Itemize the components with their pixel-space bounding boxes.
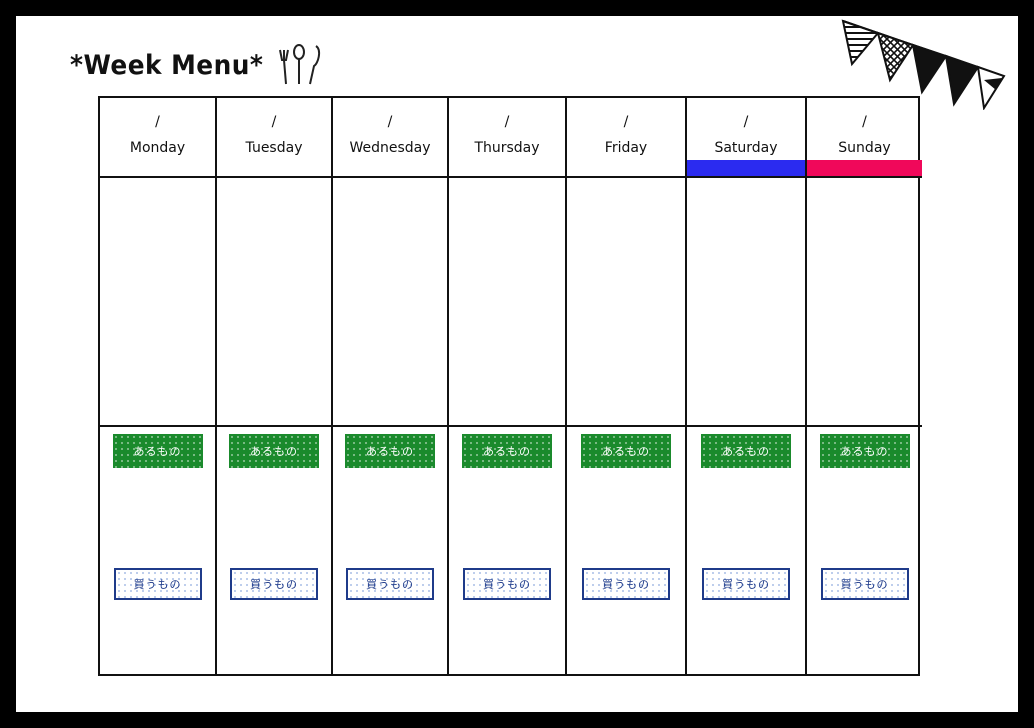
saturday-highlight [687,160,805,176]
buy-items-label: 買うもの [230,568,318,600]
day-column-monday: / Monday あるもの 買うもの [100,98,215,674]
page-title: *Week Menu* [70,50,264,81]
week-menu-table: / Monday あるもの 買うもの / Tuesday あるもの 買うもの /… [98,96,922,676]
have-items-label: あるもの [229,434,319,468]
day-header: / Thursday [449,98,565,178]
day-header: / Monday [100,98,215,178]
menu-cell[interactable] [687,178,805,427]
fork-spoon-knife-icon [279,44,321,85]
buy-items-label: 買うもの [582,568,670,600]
day-header: / Saturday [687,98,805,178]
day-column-wednesday: / Wednesday あるもの 買うもの [331,98,447,674]
have-items-label: あるもの [112,434,203,468]
buy-items-label: 買うもの [463,568,551,600]
day-header: / Sunday [807,98,922,178]
day-column-saturday: / Saturday あるもの 買うもの [685,98,805,674]
day-header: / Tuesday [217,98,331,178]
date-field[interactable]: / [807,114,922,130]
menu-cell[interactable] [217,178,331,427]
day-column-tuesday: / Tuesday あるもの 買うもの [215,98,331,674]
day-name: Sunday [838,140,891,156]
date-field[interactable]: / [217,114,331,130]
buy-items-label: 買うもの [113,568,202,600]
day-name: Monday [129,140,186,156]
have-items-label: あるもの [581,434,671,468]
day-column-sunday: / Sunday あるもの 買うもの [805,98,922,674]
sunday-highlight [807,160,922,176]
day-name: Wednesday [349,140,431,156]
day-name: Friday [604,140,648,156]
date-field[interactable]: / [449,114,565,130]
menu-cell[interactable] [567,178,685,427]
have-items-label: あるもの [345,434,435,468]
day-column-friday: / Friday あるもの 買うもの [565,98,685,674]
have-items-label: あるもの [701,434,791,468]
day-header: / Wednesday [333,98,447,178]
date-field[interactable]: / [333,114,447,130]
day-column-thursday: / Thursday あるもの 買うもの [447,98,565,674]
buy-items-label: 買うもの [346,568,434,600]
day-name: Tuesday [245,140,303,156]
menu-cell[interactable] [449,178,565,427]
day-name: Thursday [474,140,540,156]
day-name: Saturday [714,140,778,156]
buy-items-label: 買うもの [820,568,909,600]
have-items-label: あるもの [462,434,552,468]
buy-items-label: 買うもの [702,568,790,600]
menu-cell[interactable] [333,178,447,427]
menu-cell[interactable] [100,178,215,427]
date-field[interactable]: / [687,114,805,130]
have-items-label: あるもの [819,434,910,468]
date-field[interactable]: / [567,114,685,130]
menu-cell[interactable] [807,178,922,427]
date-field[interactable]: / [100,114,215,130]
day-header: / Friday [567,98,685,178]
